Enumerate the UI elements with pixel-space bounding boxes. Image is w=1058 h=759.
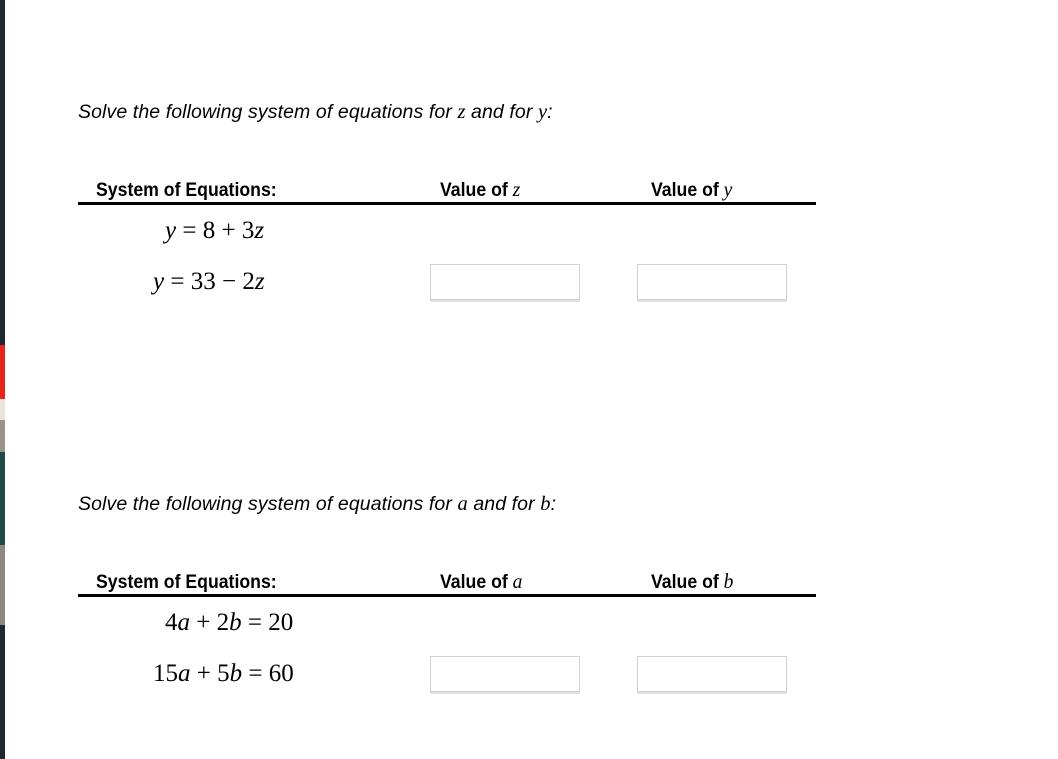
equation-2-relation: = [164,267,191,295]
table-row: 15a + 5b = 60 [78,655,816,707]
header-col1-variable: a [512,568,523,593]
equation-2-rhs: 33 − 2 [190,267,255,295]
table-row: y = 8 + 3z [78,213,816,264]
edge-band-red [0,345,5,399]
edge-band-tan [0,420,5,452]
problem-2-table-header-row: System of Equations: Value of a Value of… [78,564,816,597]
prompt-variable-1: z [457,101,466,123]
equation-1-lhs: y [165,216,177,244]
prompt-text-middle: and for [467,493,541,515]
header-col2-label: Value of [651,571,724,593]
prompt-text-after: : [547,101,553,123]
table-row: y = 33 − 2z [78,263,816,315]
equation-2: y = 33 − 2z [153,264,265,300]
problem-1-table: System of Equations: Value of z Value of… [78,172,816,324]
header-col1-label: Value of [440,179,513,201]
header-col2-label: Value of [651,179,724,201]
equation-1-rhs: 8 + 3 [202,216,255,244]
prompt-text-before: Solve the following system of equations … [78,101,458,123]
header-value-of-col1: Value of z [440,177,520,202]
problem-1-prompt: Solve the following system of equations … [78,100,978,125]
equation-1-rhs: = 20 [241,608,294,636]
header-system-of-equations: System of Equations: [96,571,277,593]
header-col1-label: Value of [440,571,513,593]
edge-band-teal [0,452,5,545]
equation-1-coefficient-1: 4 [165,608,178,636]
table-row: 4a + 2b = 20 [78,605,816,656]
answer-input-value-of-b[interactable] [637,655,787,692]
edge-band-navy-top [0,0,5,345]
equation-1-variable-1: a [177,608,191,636]
problem-1-table-header-row: System of Equations: Value of z Value of… [78,172,816,205]
problem-block-1: Solve the following system of equations … [78,100,978,324]
header-col2-variable: b [723,568,734,593]
equation-2-variable-2: b [229,659,243,687]
edge-band-cream [0,399,5,420]
prompt-variable-2: y [537,101,548,123]
header-value-of-col1: Value of a [440,569,522,594]
header-col1-variable: z [512,176,521,201]
edge-band-navy-bottom [0,625,5,759]
problem-block-2: Solve the following system of equations … [78,492,978,716]
worksheet-page: Solve the following system of equations … [0,0,1058,759]
answer-input-value-of-z[interactable] [430,263,580,300]
equation-2: 15a + 5b = 60 [153,656,294,692]
left-edge-color-strip [0,0,5,759]
prompt-text-after: : [550,493,557,515]
header-value-of-col2: Value of y [651,177,732,202]
answer-input-value-of-y[interactable] [637,263,787,300]
prompt-text-middle: and for [465,101,538,123]
equation-2-variable-1: a [178,659,191,687]
equation-2-rhs-variable: z [254,267,265,295]
equation-1-variable-2: b [229,608,242,636]
equation-1: y = 8 + 3z [165,213,264,249]
problem-2-table: System of Equations: Value of a Value of… [78,564,816,716]
equation-2-rhs: = 60 [242,659,294,687]
equation-1-relation: = [176,216,203,244]
header-value-of-col2: Value of b [651,569,733,594]
equation-1: 4a + 2b = 20 [165,605,293,641]
answer-input-value-of-a[interactable] [430,655,580,692]
equation-1-operator-coefficient: + 2 [190,608,230,636]
header-col2-variable: y [723,176,733,201]
prompt-variable-1: a [457,493,468,515]
prompt-text-before: Solve the following system of equations … [78,493,458,515]
problem-2-table-body: 4a + 2b = 20 15a + 5b = 60 [78,594,816,716]
equation-2-operator-coefficient: + 5 [190,659,230,687]
prompt-variable-2: b [540,493,551,515]
equation-1-rhs-variable: z [254,216,265,244]
equation-2-lhs: y [153,267,165,295]
edge-band-gray-brown [0,545,5,625]
equation-2-coefficient-1: 15 [153,659,178,687]
header-system-of-equations: System of Equations: [96,179,277,201]
problem-2-prompt: Solve the following system of equations … [78,492,978,517]
problem-1-table-body: y = 8 + 3z y = 33 − 2z [78,202,816,324]
